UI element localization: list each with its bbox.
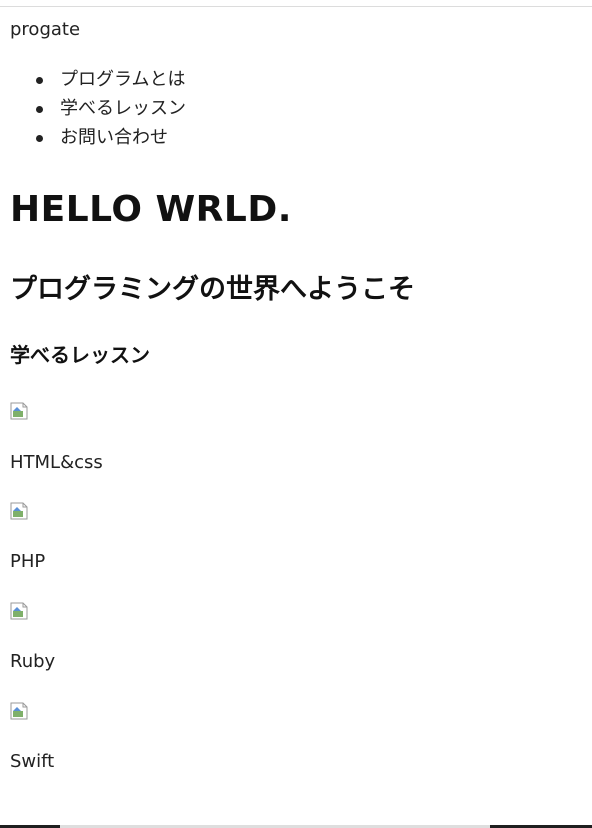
broken-image-icon bbox=[10, 702, 30, 720]
lesson-label-php: PHP bbox=[10, 551, 46, 572]
lesson-label-html-css: HTML&css bbox=[10, 452, 103, 473]
broken-image-icon bbox=[10, 602, 30, 620]
logo-text[interactable]: progate bbox=[10, 18, 80, 42]
broken-image-icon bbox=[10, 502, 30, 520]
broken-image-icon bbox=[10, 402, 30, 420]
lesson-label-swift: Swift bbox=[10, 751, 55, 772]
lessons-heading: 学べるレッスン bbox=[10, 343, 150, 367]
page-title: HELLO WRLD. bbox=[10, 189, 292, 230]
nav-item-about-programs[interactable]: プログラムとは bbox=[0, 66, 186, 95]
nav-list: プログラムとは 学べるレッスン お問い合わせ bbox=[0, 66, 186, 153]
lesson-label-ruby: Ruby bbox=[10, 651, 56, 672]
top-border bbox=[0, 0, 592, 7]
nav-item-lessons[interactable]: 学べるレッスン bbox=[0, 95, 186, 124]
page-subtitle: プログラミングの世界へようこそ bbox=[10, 274, 415, 305]
nav-item-contact[interactable]: お問い合わせ bbox=[0, 124, 186, 153]
